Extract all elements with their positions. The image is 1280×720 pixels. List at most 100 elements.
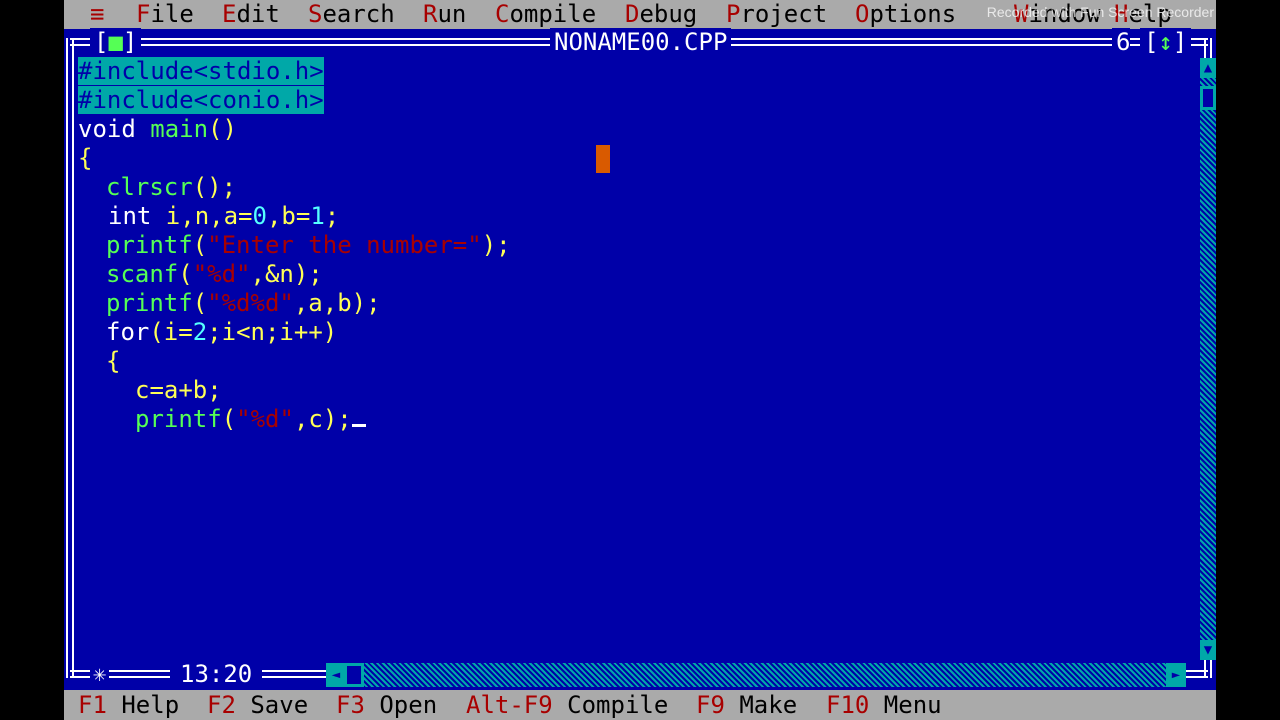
status-key: F3	[336, 691, 365, 719]
code-line-2: #include<conio.h>	[78, 86, 324, 115]
text-cursor	[351, 424, 366, 427]
code-line-1: #include<stdio.h>	[78, 57, 324, 86]
zoom-box[interactable]: [↕]	[1140, 28, 1192, 57]
status-label: Compile	[552, 691, 669, 719]
menu-run[interactable]: Run	[423, 0, 466, 29]
window-frame-left	[66, 38, 74, 678]
menu-bar: ≡ File Edit Search Run Compile Debug Pro…	[64, 0, 1216, 29]
status-key: F2	[207, 691, 236, 719]
menu-edit-label: dit	[236, 0, 280, 28]
status-compile[interactable]: Alt-F9 Compile	[466, 690, 668, 720]
function-token: printf	[135, 405, 222, 433]
vertical-scrollbar[interactable]: ▲ ▼	[1200, 58, 1216, 660]
turbo-c-ide: ≡ File Edit Search Run Compile Debug Pro…	[64, 0, 1216, 720]
identifier-token: i,n,a=	[151, 202, 253, 230]
resize-handle-icon[interactable]: ✳	[90, 660, 110, 689]
menu-debug[interactable]: Debug	[625, 0, 697, 29]
keyword-token: int	[108, 202, 152, 230]
code-line-12: c=a+b;	[135, 376, 222, 405]
menu-project[interactable]: Project	[726, 0, 827, 29]
menu-options[interactable]: Options	[855, 0, 956, 29]
scroll-down-arrow-icon[interactable]: ▼	[1200, 640, 1216, 660]
code-line-11: {	[106, 347, 120, 376]
code-line-6: int i,n,a=0,b=1;	[108, 202, 339, 231]
code-editor[interactable]: #include<stdio.h> #include<conio.h> void…	[78, 57, 1188, 657]
identifier-token: ,c);	[293, 405, 352, 433]
horizontal-scrollbar[interactable]: ◄ ►	[326, 663, 1186, 687]
status-make[interactable]: F9 Make	[696, 690, 797, 720]
number-token: 2	[192, 318, 208, 346]
menu-project-label: roject	[740, 0, 828, 28]
status-label: Open	[364, 691, 438, 719]
mouse-cursor	[596, 145, 610, 173]
menu-edit[interactable]: Edit	[222, 0, 280, 29]
status-key: F1	[78, 691, 107, 719]
menu-project-hotkey: P	[726, 0, 741, 28]
status-label: Save	[235, 691, 309, 719]
identifier-token: ,b=	[266, 202, 311, 230]
punctuation-token: {	[106, 347, 121, 375]
close-box-left: [	[94, 28, 109, 56]
close-box[interactable]: [■]	[90, 28, 142, 57]
menu-edit-hotkey: E	[222, 0, 237, 28]
function-token: main	[135, 115, 209, 143]
number-token: 1	[310, 202, 325, 230]
string-token: "%d"	[192, 260, 251, 288]
code-line-5: clrscr();	[106, 173, 236, 202]
status-key: F9	[696, 691, 725, 719]
menu-debug-label: ebug	[639, 0, 698, 28]
code-line-9: printf("%d%d",a,b);	[106, 289, 381, 318]
recorder-watermark: Recorded with Fun Screen Recorder	[986, 4, 1214, 20]
menu-compile[interactable]: Compile	[495, 0, 596, 29]
code-line-7: printf("Enter the number=");	[106, 231, 511, 260]
function-token: printf	[106, 289, 193, 317]
status-menu[interactable]: F10 Menu	[826, 690, 942, 720]
menu-debug-hotkey: D	[625, 0, 640, 28]
zoom-box-right: ]	[1172, 28, 1188, 56]
menu-search-hotkey: S	[308, 0, 323, 28]
code-line-8: scanf("%d",&n);	[106, 260, 323, 289]
punctuation-token: (	[178, 260, 193, 288]
menu-run-label: un	[437, 0, 467, 28]
status-key: F10	[826, 691, 870, 719]
status-label: Menu	[869, 691, 942, 719]
scroll-left-arrow-icon[interactable]: ◄	[326, 663, 346, 687]
punctuation-token: ;	[324, 202, 340, 230]
zoom-box-left: [	[1144, 28, 1159, 56]
vertical-scroll-thumb[interactable]	[1200, 86, 1216, 110]
punctuation-token: (	[192, 289, 208, 317]
system-menu[interactable]: ≡	[90, 0, 104, 29]
horizontal-scroll-thumb[interactable]	[344, 663, 364, 687]
punctuation-token: ()	[208, 115, 237, 143]
status-help[interactable]: F1 Help	[78, 690, 179, 720]
punctuation-token: (	[192, 231, 208, 259]
menu-search-label: earch	[322, 0, 395, 28]
preprocessor-directive: #include<conio.h>	[78, 86, 324, 114]
close-icon: ■	[108, 28, 123, 56]
number-token: 0	[252, 202, 267, 230]
menu-compile-hotkey: C	[495, 0, 510, 28]
scroll-up-arrow-icon[interactable]: ▲	[1200, 58, 1216, 78]
status-save[interactable]: F2 Save	[207, 690, 308, 720]
status-open[interactable]: F3 Open	[336, 690, 437, 720]
menu-file[interactable]: File	[136, 0, 194, 29]
zoom-icon: ↕	[1158, 28, 1173, 56]
status-label: Help	[106, 691, 180, 719]
code-line-3: void main()	[78, 115, 237, 144]
identifier-token: ;i<n;i++)	[207, 318, 338, 346]
menu-file-label: ile	[150, 0, 194, 28]
identifier-token: c=a+b;	[135, 376, 222, 404]
identifier-token: (i=	[149, 318, 193, 346]
function-token: scanf	[106, 260, 179, 288]
scroll-right-arrow-icon[interactable]: ►	[1166, 663, 1186, 687]
string-token: "%d%d"	[207, 289, 294, 317]
preprocessor-directive: #include<stdio.h>	[78, 57, 324, 85]
menu-options-hotkey: O	[855, 0, 870, 28]
menu-search[interactable]: Search	[308, 0, 395, 29]
string-token: "%d"	[236, 405, 294, 433]
status-label: Make	[724, 691, 798, 719]
status-key: Alt-F9	[466, 691, 553, 719]
window-number: 6	[1112, 28, 1131, 57]
cursor-position-indicator: 13:20	[170, 660, 263, 689]
punctuation-token: (	[221, 405, 237, 433]
